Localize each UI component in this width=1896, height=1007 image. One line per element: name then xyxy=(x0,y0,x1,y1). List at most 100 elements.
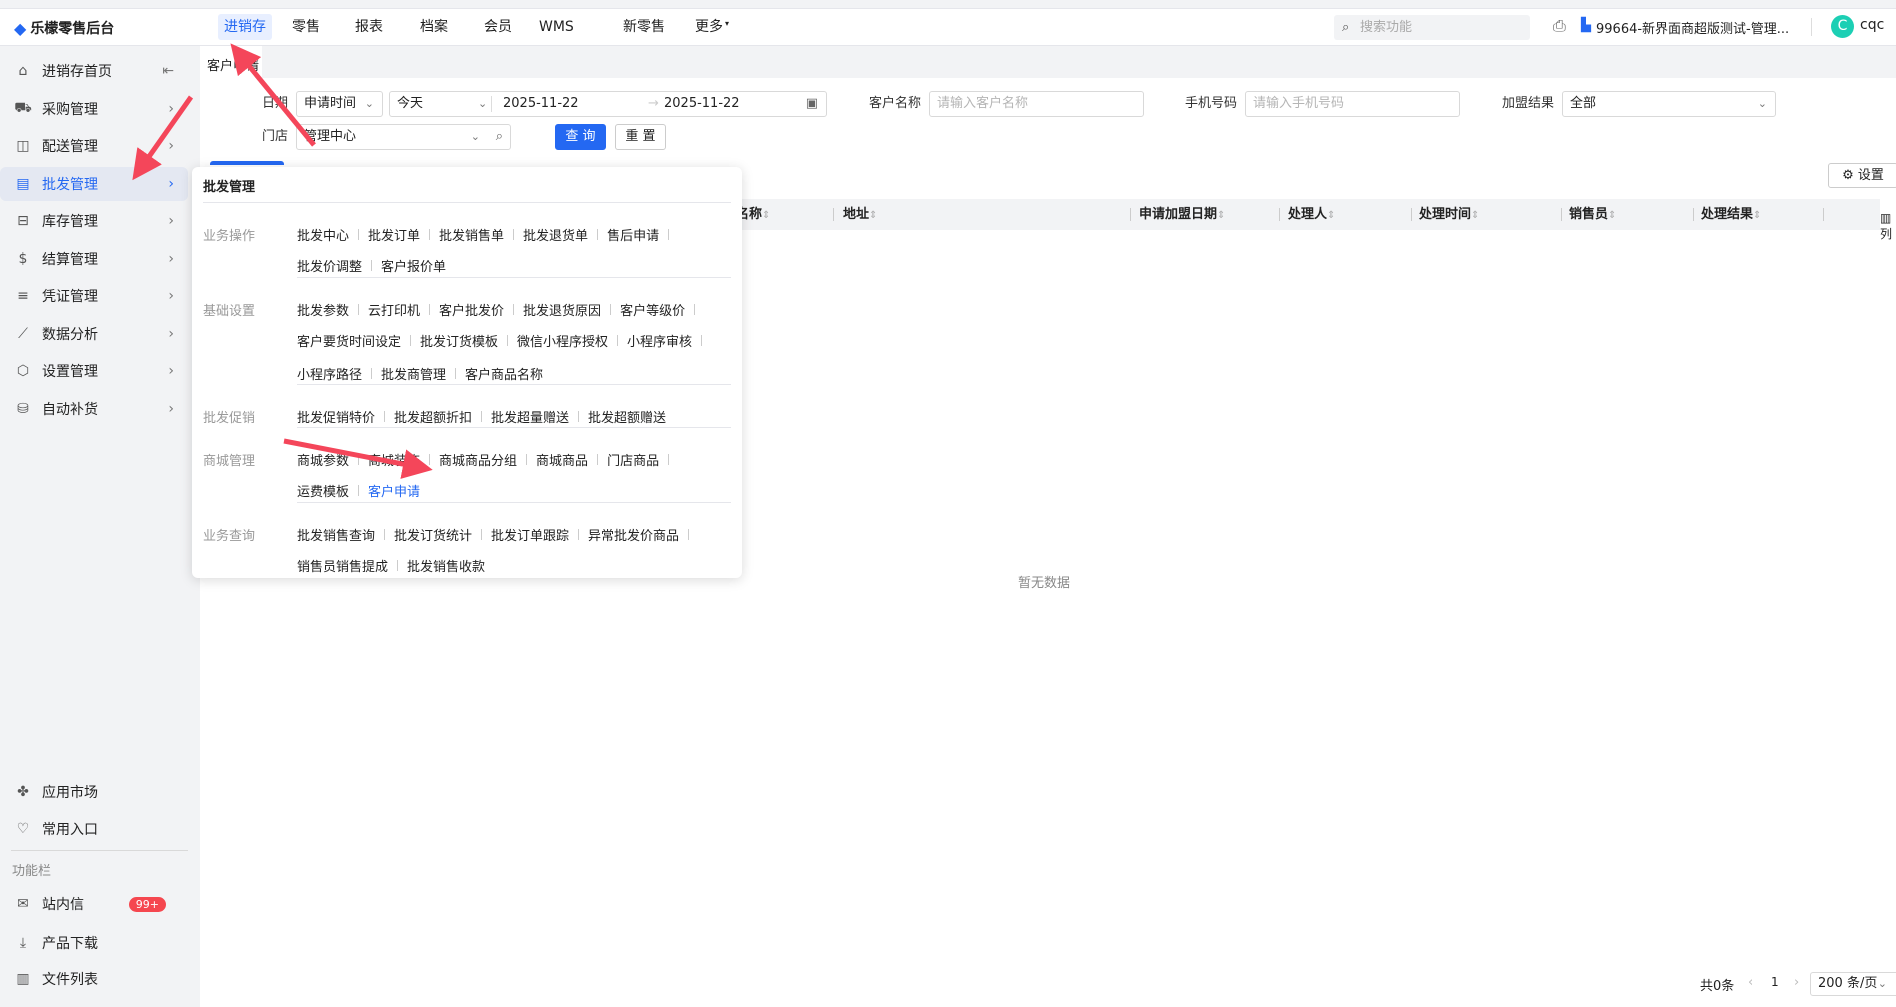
menu-item[interactable]: 客户商品名称 xyxy=(465,364,543,383)
menu-item[interactable]: 批发销售查询 xyxy=(297,525,375,544)
column-header[interactable]: 处理人⇕ xyxy=(1288,199,1335,231)
sidebar-item-home[interactable]: ⌂ 进销存首页 ⇤ xyxy=(0,54,188,88)
menu-item[interactable]: 小程序路径 xyxy=(297,364,362,383)
menu-item[interactable]: 小程序审核 xyxy=(627,331,692,350)
nav-tab-3[interactable]: 档案 xyxy=(414,14,454,40)
sidebar-item-restock[interactable]: ⛁ 自动补货 › xyxy=(0,392,188,426)
menu-item[interactable]: 门店商品 xyxy=(607,450,659,469)
settings-button[interactable]: ⚙ 设置 xyxy=(1828,163,1896,188)
chevron-right-icon[interactable]: › xyxy=(168,326,174,342)
menu-item[interactable]: 批发中心 xyxy=(297,225,349,244)
menu-item[interactable]: 批发退货单 xyxy=(523,225,588,244)
sidebar-item-file-list[interactable]: ▥ 文件列表 xyxy=(0,962,188,996)
sort-icon[interactable]: ⇕ xyxy=(1327,210,1335,221)
menu-item[interactable]: 微信小程序授权 xyxy=(517,331,608,350)
sidebar-item-inventory[interactable]: ⊟ 库存管理 › xyxy=(0,204,188,238)
store-selector[interactable]: ▙ 99664-新界面商超版测试-管理... xyxy=(1581,18,1789,37)
sidebar-item-download[interactable]: ⤓ 产品下载 xyxy=(0,926,188,960)
menu-item[interactable]: 客户要货时间设定 xyxy=(297,331,401,350)
menu-item[interactable]: 商城参数 xyxy=(297,450,349,469)
column-header[interactable]: 地址⇕ xyxy=(843,199,877,231)
menu-item[interactable]: 批发销售单 xyxy=(439,225,504,244)
column-toggle[interactable]: ▥ 列 xyxy=(1880,210,1894,242)
chevron-right-icon[interactable]: › xyxy=(168,251,174,267)
chevron-right-icon[interactable]: › xyxy=(168,288,174,304)
menu-item[interactable]: 售后申请 xyxy=(607,225,659,244)
date-type-select[interactable]: 申请时间 ⌄ xyxy=(296,91,383,117)
calendar-icon[interactable]: ▣ xyxy=(806,92,818,116)
printer-icon[interactable]: ⎙ xyxy=(1553,16,1566,36)
sidebar-item-chart[interactable]: ⟋ 数据分析 › xyxy=(0,317,188,351)
menu-item[interactable]: 异常批发价商品 xyxy=(588,525,679,544)
menu-item[interactable]: 批发退货原因 xyxy=(523,300,601,319)
sidebar-item-document[interactable]: ≡ 凭证管理 › xyxy=(0,279,188,313)
page-number[interactable]: 1 xyxy=(1771,975,1779,989)
menu-item[interactable]: 批发销售收款 xyxy=(407,556,485,575)
chevron-right-icon[interactable]: › xyxy=(168,176,174,192)
sort-icon[interactable]: ⇕ xyxy=(869,210,877,221)
nav-tab-1[interactable]: 零售 xyxy=(286,14,326,40)
sidebar-item-mail[interactable]: ✉ 站内信 99+ xyxy=(0,887,188,921)
sort-icon[interactable]: ⇕ xyxy=(762,210,770,221)
chevron-right-icon[interactable]: › xyxy=(168,213,174,229)
nav-tab-0[interactable]: 进销存 xyxy=(218,14,272,40)
nav-tab-5[interactable]: WMS xyxy=(533,14,580,40)
next-page-button[interactable]: › xyxy=(1794,975,1799,990)
menu-item[interactable]: 商城商品 xyxy=(536,450,588,469)
nav-tab-7[interactable]: 更多 xyxy=(689,14,729,40)
avatar[interactable]: C xyxy=(1831,15,1854,38)
search-input[interactable]: ⌕ 搜索功能 xyxy=(1334,15,1530,40)
user-name[interactable]: cqc xyxy=(1860,17,1884,33)
sort-icon[interactable]: ⇕ xyxy=(1753,210,1761,221)
column-header[interactable]: 处理结果⇕ xyxy=(1701,199,1761,231)
menu-item[interactable]: 批发订单跟踪 xyxy=(491,525,569,544)
query-button[interactable]: 查 询 xyxy=(555,124,606,150)
menu-item[interactable]: 客户申请 xyxy=(368,481,420,500)
sidebar-item-app-market[interactable]: ✤ 应用市场 xyxy=(0,775,188,809)
sort-icon[interactable]: ⇕ xyxy=(1471,210,1479,221)
menu-item[interactable]: 运费模板 xyxy=(297,481,349,500)
menu-item[interactable]: 批发商管理 xyxy=(381,364,446,383)
sort-icon[interactable]: ⇕ xyxy=(1217,210,1225,221)
menu-item[interactable]: 销售员销售提成 xyxy=(297,556,388,575)
sidebar-item-heart[interactable]: ♡ 常用入口 xyxy=(0,812,188,846)
nav-tab-2[interactable]: 报表 xyxy=(349,14,389,40)
sidebar-item-dollar[interactable]: $ 结算管理 › xyxy=(0,242,188,276)
sidebar-item-map[interactable]: ◫ 配送管理 › xyxy=(0,129,188,163)
result-select[interactable]: 全部 ⌄ xyxy=(1562,91,1776,117)
menu-item[interactable]: 批发价调整 xyxy=(297,256,362,275)
sidebar-item-wholesale[interactable]: ▤ 批发管理 › xyxy=(0,167,188,201)
search-icon[interactable]: ⌕ xyxy=(496,125,503,149)
menu-item[interactable]: 商城商品分组 xyxy=(439,450,517,469)
menu-item[interactable]: 客户等级价 xyxy=(620,300,685,319)
menu-item[interactable]: 批发超额折扣 xyxy=(394,407,472,426)
chevron-right-icon[interactable]: › xyxy=(168,363,174,379)
menu-item[interactable]: 批发超量赠送 xyxy=(491,407,569,426)
store-select[interactable]: 管理中心 ⌄ ⌕ xyxy=(296,124,511,150)
page-size-select[interactable]: 200 条/页 ⌄ xyxy=(1810,972,1896,996)
menu-item[interactable]: 批发参数 xyxy=(297,300,349,319)
chevron-right-icon[interactable]: › xyxy=(168,101,174,117)
logo[interactable]: ◆ 乐檬零售后台 xyxy=(14,18,114,38)
sidebar-item-settings[interactable]: ⬡ 设置管理 › xyxy=(0,354,188,388)
nav-tab-6[interactable]: 新零售 xyxy=(617,14,671,40)
menu-item[interactable]: 批发促销特价 xyxy=(297,407,375,426)
chevron-right-icon[interactable]: › xyxy=(168,401,174,417)
menu-item[interactable]: 商城装饰 xyxy=(368,450,420,469)
menu-item[interactable]: 批发超额赠送 xyxy=(588,407,666,426)
customer-name-input[interactable]: 请输入客户名称 xyxy=(929,91,1144,117)
tab-customer-application[interactable]: 客户申请 xyxy=(200,55,262,79)
column-header[interactable]: 申请加盟日期⇕ xyxy=(1139,199,1225,231)
menu-item[interactable]: 客户批发价 xyxy=(439,300,504,319)
reset-button[interactable]: 重 置 xyxy=(615,124,666,150)
menu-item[interactable]: 客户报价单 xyxy=(381,256,446,275)
menu-item[interactable]: 批发订货统计 xyxy=(394,525,472,544)
menu-item[interactable]: 批发订货模板 xyxy=(420,331,498,350)
sort-icon[interactable]: ⇕ xyxy=(1608,210,1616,221)
date-range-picker[interactable]: 今天 ⌄ 2025-11-22 → 2025-11-22 ▣ xyxy=(389,91,827,117)
phone-input[interactable]: 请输入手机号码 xyxy=(1245,91,1460,117)
sidebar-item-cart[interactable]: ⛟ 采购管理 › xyxy=(0,92,188,126)
column-header[interactable]: 处理时间⇕ xyxy=(1419,199,1479,231)
column-header[interactable]: 销售员⇕ xyxy=(1569,199,1616,231)
nav-tab-4[interactable]: 会员 xyxy=(478,14,518,40)
